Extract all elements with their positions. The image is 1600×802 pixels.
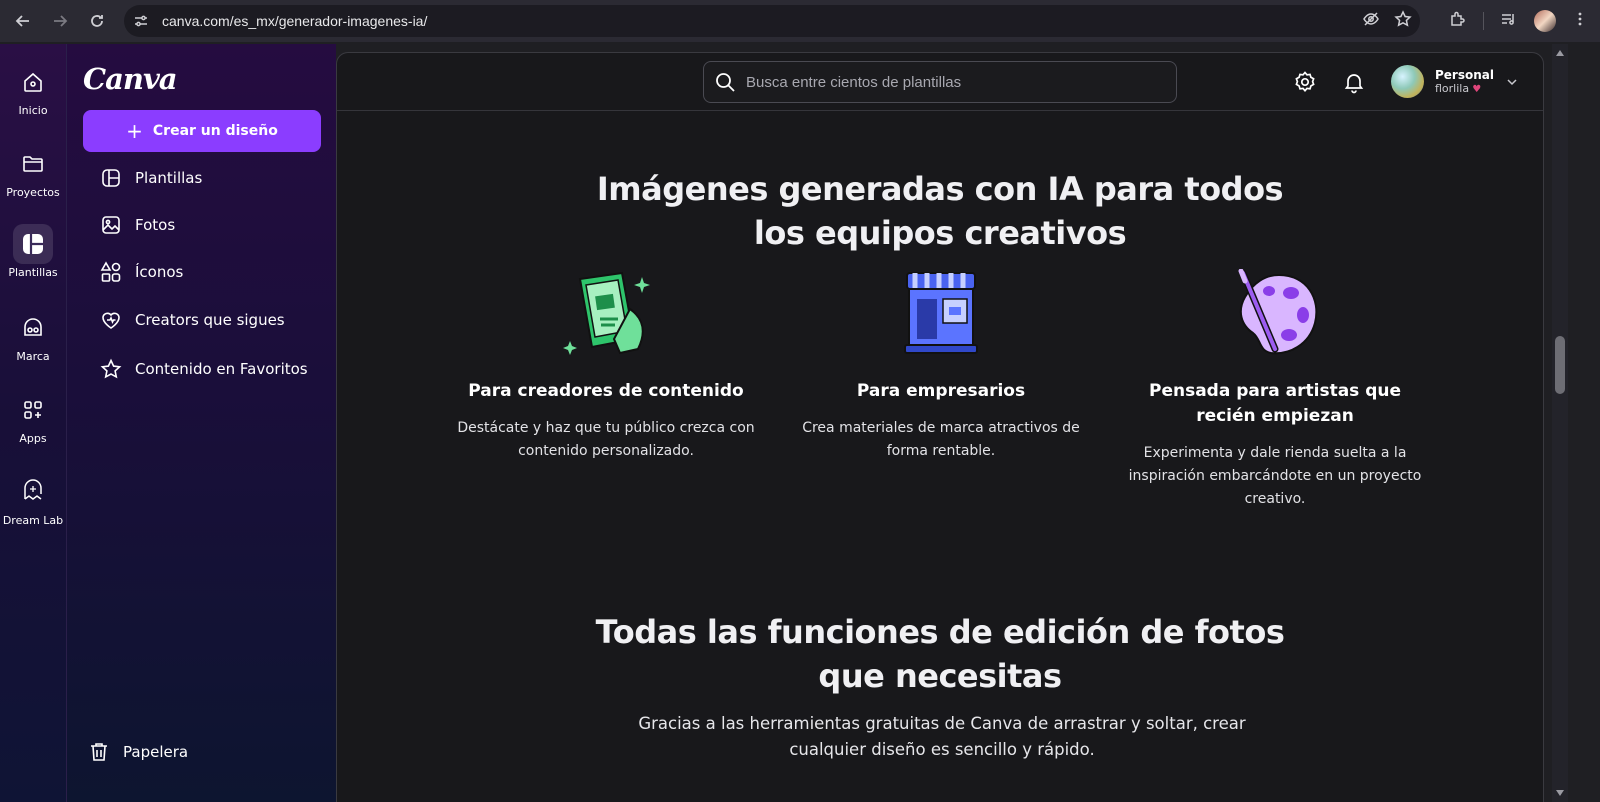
- menu-item-iconos[interactable]: Íconos: [99, 259, 183, 285]
- back-icon[interactable]: [6, 4, 40, 38]
- feature-description: Experimenta y dale rienda suelta a la in…: [1128, 445, 1422, 507]
- menu-label: Contenido en Favoritos: [135, 360, 308, 378]
- create-design-button[interactable]: + Crear un diseño: [83, 110, 321, 152]
- scrollbar-thumb[interactable]: [1555, 336, 1565, 394]
- menu-label: Íconos: [135, 263, 184, 281]
- eye-off-icon[interactable]: [1362, 10, 1380, 32]
- settings-gear-icon[interactable]: [1293, 70, 1317, 94]
- rail-item-proyectos[interactable]: Proyectos: [0, 144, 66, 199]
- section-title-line: Imágenes generadas con IA para todos: [596, 170, 1284, 208]
- rail-item-marca[interactable]: Marca: [0, 308, 66, 363]
- storefront-icon: [904, 272, 978, 354]
- side-panel: Canva + Crear un diseño Plantillas Fotos…: [66, 44, 336, 802]
- url-text[interactable]: canva.com/es_mx/generador-imagenes-ia/: [162, 13, 427, 29]
- top-bar: Personal florlila ♥: [337, 53, 1543, 111]
- section-title-line: los equipos creativos: [753, 214, 1127, 252]
- trash-item[interactable]: Papelera: [87, 740, 188, 764]
- bookmark-star-icon[interactable]: [1394, 10, 1412, 32]
- feature-description: Crea materiales de marca atractivos de f…: [802, 420, 1080, 459]
- search-box[interactable]: [703, 61, 1177, 103]
- section-title-line: Todas las funciones de edición de fotos: [595, 613, 1285, 651]
- section-title-photo-editing: Todas las funciones de edición de fotos …: [337, 610, 1543, 698]
- browser-toolbar: canva.com/es_mx/generador-imagenes-ia/: [0, 0, 1600, 42]
- dream-lab-icon: [13, 472, 53, 512]
- section-title-ai-images: Imágenes generadas con IA para todos los…: [337, 167, 1543, 255]
- scroll-down-arrow-icon[interactable]: [1556, 790, 1564, 796]
- trash-label: Papelera: [123, 743, 189, 761]
- apps-icon: [13, 390, 53, 430]
- rail-item-inicio[interactable]: Inicio: [0, 62, 66, 117]
- rail-label: Inicio: [18, 104, 48, 117]
- search-input[interactable]: [746, 73, 1146, 91]
- trash-icon: [87, 740, 111, 764]
- heart-icon: [99, 308, 123, 332]
- browser-profile-avatar[interactable]: [1534, 10, 1556, 32]
- main-content: Personal florlila ♥ Imágenes generadas c…: [336, 52, 1544, 802]
- feature-title: Para empresarios: [856, 381, 1026, 401]
- brand-icon: [13, 308, 53, 348]
- app-rail: Inicio Proyectos Plantillas Marca Apps D…: [0, 44, 66, 802]
- shapes-icon: [99, 260, 123, 284]
- browser-menu-icon[interactable]: [1572, 11, 1588, 31]
- site-settings-icon[interactable]: [126, 6, 156, 36]
- menu-label: Creators que sigues: [135, 311, 285, 329]
- address-bar[interactable]: canva.com/es_mx/generador-imagenes-ia/: [124, 5, 1420, 37]
- phone-icon: [563, 271, 650, 355]
- scroll-up-arrow-icon[interactable]: [1556, 50, 1564, 56]
- menu-item-favoritos[interactable]: Contenido en Favoritos: [99, 356, 308, 382]
- forward-icon[interactable]: [43, 4, 77, 38]
- chevron-down-icon: [1507, 78, 1517, 85]
- extensions-icon[interactable]: [1449, 10, 1467, 32]
- feature-artists: Pensada para artistas que recién empieza…: [1125, 268, 1425, 511]
- rail-label: Marca: [16, 350, 50, 363]
- media-queue-icon[interactable]: [1500, 10, 1518, 32]
- rail-label: Plantillas: [8, 266, 58, 279]
- rail-label: Proyectos: [6, 186, 60, 199]
- menu-label: Plantillas: [135, 169, 203, 187]
- create-design-label: Crear un diseño: [152, 123, 278, 139]
- rail-item-plantillas[interactable]: Plantillas: [0, 224, 66, 279]
- photo-icon: [99, 213, 123, 237]
- template-icon: [99, 166, 123, 190]
- menu-label: Fotos: [135, 216, 176, 234]
- account-name: Personal: [1435, 68, 1494, 82]
- menu-item-plantillas[interactable]: Plantillas: [99, 165, 202, 191]
- templates-icon: [13, 224, 53, 264]
- star-icon: [99, 357, 123, 381]
- feature-business: Para empresarios Crea materiales de marc…: [791, 269, 1091, 463]
- home-icon: [13, 62, 53, 102]
- menu-item-fotos[interactable]: Fotos: [99, 212, 175, 238]
- section-subtitle: Gracias a las herramientas gratuitas de …: [638, 714, 1246, 759]
- notifications-bell-icon[interactable]: [1342, 70, 1366, 94]
- rail-label: Apps: [19, 432, 47, 445]
- menu-item-creators[interactable]: Creators que sigues: [99, 307, 285, 333]
- account-switcher[interactable]: Personal florlila ♥: [1391, 65, 1518, 98]
- feature-creators: Para creadores de contenido Destácate y …: [456, 269, 756, 463]
- canva-logo[interactable]: Canva: [83, 62, 178, 96]
- feature-description: Destácate y haz que tu público crezca co…: [457, 420, 755, 459]
- search-icon: [716, 73, 735, 92]
- user-avatar[interactable]: [1391, 65, 1424, 98]
- hearts-emoji-icon: ♥: [1469, 84, 1482, 95]
- toolbar-divider: [1483, 12, 1484, 30]
- rail-item-apps[interactable]: Apps: [0, 390, 66, 445]
- rail-item-dream-lab[interactable]: Dream Lab: [0, 472, 66, 527]
- folder-icon: [13, 144, 53, 184]
- rail-label: Dream Lab: [2, 514, 64, 527]
- plus-icon: +: [126, 119, 143, 143]
- section-title-line: que necesitas: [818, 657, 1062, 695]
- page-scrollbar[interactable]: [1552, 44, 1568, 802]
- account-username: florlila: [1435, 82, 1470, 95]
- feature-title: Pensada para artistas que recién empieza…: [1148, 381, 1402, 426]
- feature-title: Para creadores de contenido: [468, 381, 744, 401]
- palette-icon: [1238, 268, 1318, 355]
- reload-icon[interactable]: [80, 4, 114, 38]
